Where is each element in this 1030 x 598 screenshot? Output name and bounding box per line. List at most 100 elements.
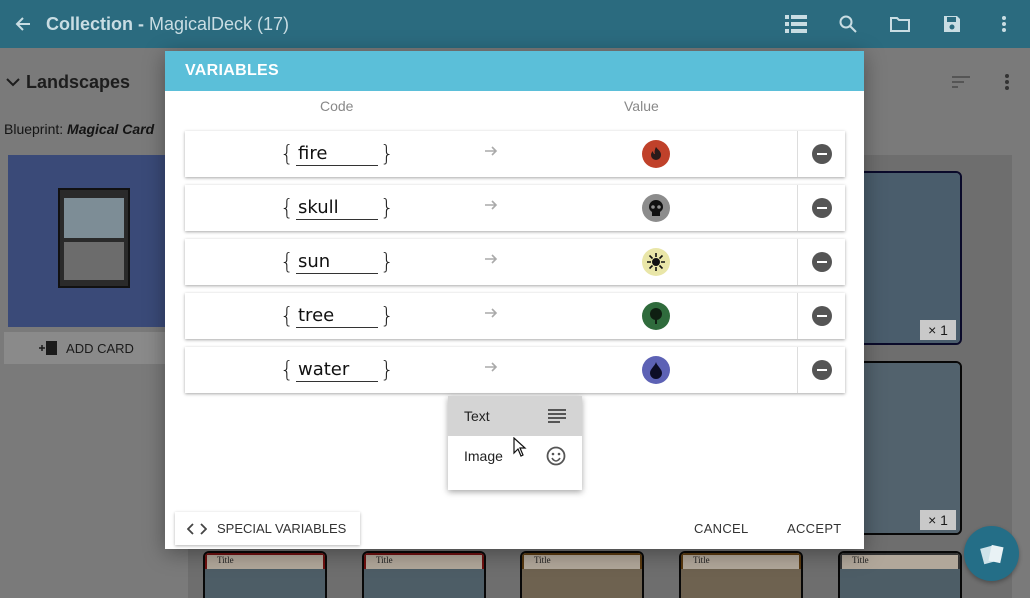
- app-title: Collection - MagicalDeck (17): [46, 14, 289, 35]
- code-field[interactable]: fire: [296, 143, 378, 166]
- brace-close: }: [380, 357, 394, 383]
- section-title: Landscapes: [26, 72, 131, 92]
- menu-item-text[interactable]: Text: [448, 396, 582, 436]
- accept-button[interactable]: ACCEPT: [787, 521, 842, 536]
- brace-close: }: [380, 249, 394, 275]
- code-brackets-icon: [187, 522, 207, 535]
- code-field[interactable]: sun: [296, 251, 378, 274]
- column-headers: Code Value: [165, 91, 864, 121]
- card-title: Title: [681, 553, 801, 569]
- card-title: Title: [840, 553, 960, 569]
- fire-symbol-icon[interactable]: [642, 140, 670, 168]
- arrow-right-icon: [484, 144, 498, 160]
- code-input-group: { sun }: [280, 239, 394, 285]
- code-field[interactable]: water: [296, 359, 378, 382]
- remove-variable-button[interactable]: [797, 347, 845, 393]
- blueprint-card-thumbnail: [58, 188, 130, 288]
- remove-circle-icon: [811, 360, 832, 380]
- list-toolbar: [946, 62, 1022, 102]
- blueprint-card-preview[interactable]: [8, 155, 168, 327]
- add-card-label: ADD CARD: [66, 340, 134, 356]
- card-title: Title: [364, 553, 484, 569]
- card-thumbnail[interactable]: Title: [520, 551, 644, 598]
- brace-open: {: [280, 357, 294, 383]
- blueprint-label: Blueprint: Magical Card: [4, 121, 154, 137]
- brace-open: {: [280, 141, 294, 167]
- skull-symbol-icon[interactable]: [642, 194, 670, 222]
- dialog-title: VARIABLES: [165, 51, 864, 91]
- arrow-right-icon: [484, 252, 498, 268]
- card-count-badge: × 1: [920, 510, 956, 530]
- list-view-icon[interactable]: [770, 0, 822, 48]
- sort-icon[interactable]: [946, 62, 976, 102]
- arrow-right-icon: [484, 360, 498, 376]
- back-arrow-icon[interactable]: [0, 0, 46, 48]
- app-bar: Collection - MagicalDeck (17): [0, 0, 1030, 48]
- add-card-button[interactable]: ADD CARD: [4, 332, 168, 364]
- value-column-header: Value: [624, 98, 659, 114]
- search-icon[interactable]: [822, 0, 874, 48]
- special-variables-label: SPECIAL VARIABLES: [217, 521, 347, 536]
- more-vert-icon[interactable]: [978, 0, 1030, 48]
- tree-symbol-icon[interactable]: [642, 302, 670, 330]
- card-title: Title: [205, 553, 325, 569]
- mouse-cursor-icon: [513, 437, 527, 457]
- arrow-right-icon: [484, 198, 498, 214]
- brace-close: }: [380, 195, 394, 221]
- menu-item-label: Image: [464, 448, 503, 464]
- blueprint-prefix: Blueprint:: [4, 121, 68, 137]
- save-icon[interactable]: [926, 0, 978, 48]
- app-actions: [770, 0, 1030, 48]
- variable-row: { water }: [185, 347, 845, 393]
- brace-open: {: [280, 303, 294, 329]
- brace-close: }: [380, 303, 394, 329]
- card-count-badge: × 1: [920, 320, 956, 340]
- text-lines-icon: [548, 409, 566, 423]
- code-column-header: Code: [320, 98, 354, 114]
- code-input-group: { skull }: [280, 185, 394, 231]
- remove-circle-icon: [811, 306, 832, 326]
- menu-item-label: Text: [464, 408, 490, 424]
- folder-icon[interactable]: [874, 0, 926, 48]
- sun-symbol-icon[interactable]: [642, 248, 670, 276]
- remove-circle-icon: [811, 144, 832, 164]
- variable-row: { tree }: [185, 293, 845, 339]
- remove-variable-button[interactable]: [797, 185, 845, 231]
- variable-row: { skull }: [185, 185, 845, 231]
- remove-variable-button[interactable]: [797, 131, 845, 177]
- remove-circle-icon: [811, 198, 832, 218]
- variable-row: { fire }: [185, 131, 845, 177]
- app-title-prefix: Collection -: [46, 13, 149, 34]
- special-variables-button[interactable]: SPECIAL VARIABLES: [175, 512, 361, 545]
- list-more-vert-icon[interactable]: [992, 62, 1022, 102]
- variable-row: { sun }: [185, 239, 845, 285]
- blueprint-name: Magical Card: [67, 121, 155, 137]
- card-thumbnail[interactable]: Title: [203, 551, 327, 598]
- code-input-group: { tree }: [280, 293, 394, 339]
- brace-close: }: [380, 141, 394, 167]
- chevron-down-icon: [6, 77, 20, 86]
- cards-icon: [979, 544, 1004, 564]
- code-input-group: { fire }: [280, 131, 394, 177]
- add-card-icon: [39, 341, 58, 355]
- smiley-icon: [546, 446, 566, 466]
- brace-open: {: [280, 249, 294, 275]
- water-symbol-icon[interactable]: [642, 356, 670, 384]
- card-title: Title: [522, 553, 642, 569]
- code-input-group: { water }: [280, 347, 394, 393]
- remove-variable-button[interactable]: [797, 239, 845, 285]
- card-thumbnail[interactable]: Title: [362, 551, 486, 598]
- deck-fab-button[interactable]: [964, 526, 1019, 581]
- section-header[interactable]: Landscapes: [6, 72, 130, 93]
- app-title-name: MagicalDeck (17): [149, 13, 290, 34]
- card-thumbnail[interactable]: Title: [838, 551, 962, 598]
- variable-list: { fire } { skull } {sun} {tree} {wa…: [185, 131, 845, 401]
- remove-variable-button[interactable]: [797, 293, 845, 339]
- arrow-right-icon: [484, 306, 498, 322]
- cancel-button[interactable]: CANCEL: [694, 521, 749, 536]
- card-thumbnail[interactable]: Title: [679, 551, 803, 598]
- code-field[interactable]: tree: [296, 305, 378, 328]
- code-field[interactable]: skull: [296, 197, 378, 220]
- brace-open: {: [280, 195, 294, 221]
- remove-circle-icon: [811, 252, 832, 272]
